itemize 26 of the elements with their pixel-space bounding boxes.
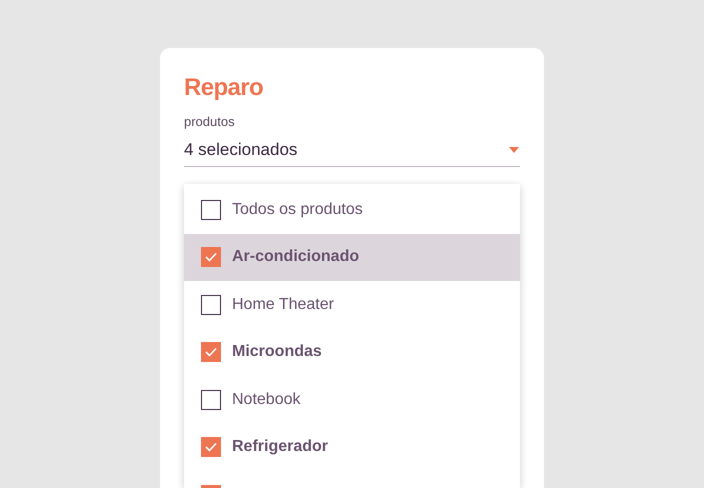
option-label: Home Theater [232,294,334,315]
option-label: Todos os produtos [232,200,363,220]
field-label: produtos [184,114,236,130]
check-icon [205,252,217,262]
checkbox[interactable] [201,437,221,458]
option-row[interactable]: Refrigerador [184,424,520,471]
checkbox[interactable] [201,342,221,362]
option-label: Ar-condicionado [232,247,360,268]
option-label: Notebook [232,390,300,410]
caret-icon [509,147,519,153]
checkbox[interactable] [201,390,221,410]
checkbox[interactable] [201,200,221,220]
check-icon [205,442,217,452]
product-select[interactable]: 4 selecionados [184,134,520,167]
option-label: Microondas [232,342,322,362]
select-value: 4 selecionados [184,139,298,162]
option-row[interactable]: Todos os produtos [184,186,520,234]
check-icon [205,347,217,358]
option-row[interactable]: Notebook [184,376,520,424]
checkbox[interactable] [201,294,221,315]
option-row[interactable]: Ar-condicionado [184,234,520,281]
option-row[interactable]: Microondas [184,328,520,376]
option-label: Refrigerador [232,437,328,458]
card-title: Reparo [184,73,264,103]
option-row[interactable]: Home Theater [184,281,520,328]
checkbox[interactable] [201,247,221,268]
